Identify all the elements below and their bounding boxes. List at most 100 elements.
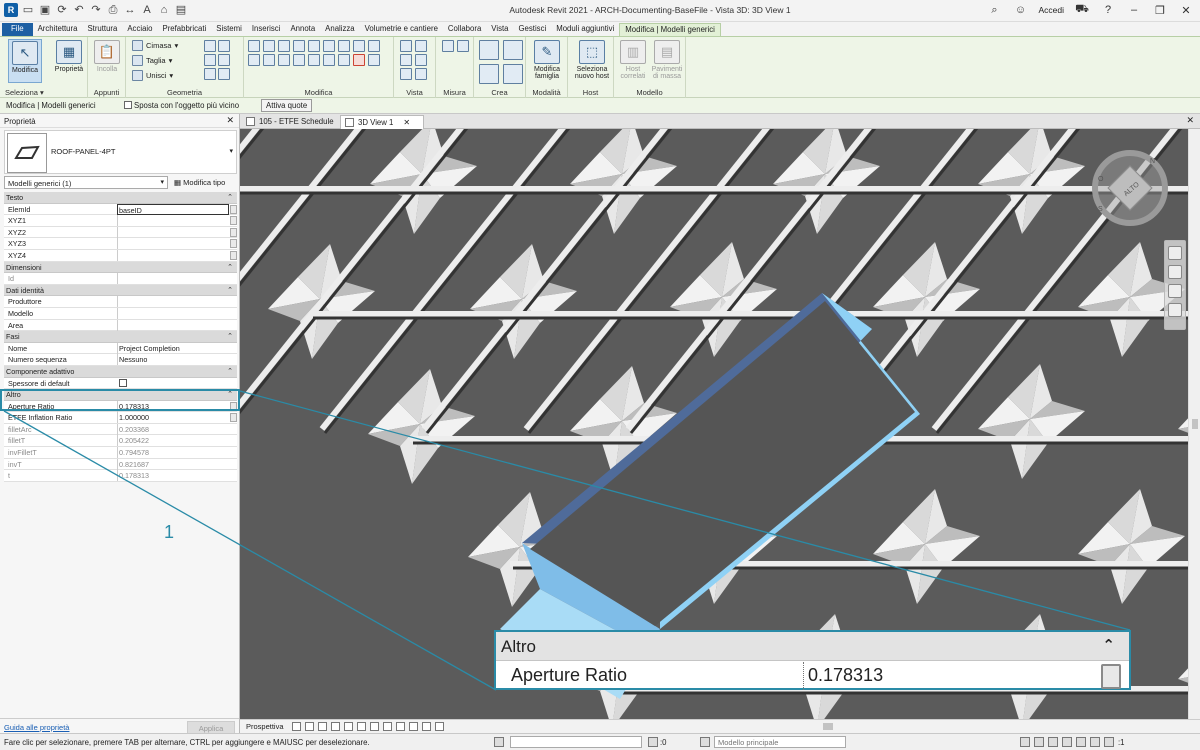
orbit-icon[interactable] — [1168, 284, 1182, 298]
property-value[interactable]: 0.205422 — [117, 435, 229, 447]
edit-value-button[interactable] — [230, 250, 237, 260]
edit-value-button[interactable] — [230, 239, 237, 249]
split-icon[interactable] — [368, 40, 380, 52]
menu-tab-8[interactable]: Analizza — [320, 23, 359, 36]
select-by-face-icon[interactable] — [1062, 737, 1072, 747]
hide-icon[interactable] — [415, 54, 427, 66]
temp-properties-icon[interactable] — [435, 722, 444, 731]
trim-single-icon[interactable] — [308, 54, 320, 66]
cut-button[interactable]: Taglia ▾ — [132, 55, 172, 66]
editable-icon[interactable] — [648, 737, 658, 747]
menu-tab-6[interactable]: Inserisci — [247, 23, 286, 36]
paint-icon[interactable] — [218, 40, 230, 52]
property-value[interactable] — [117, 307, 229, 319]
pin-icon[interactable] — [278, 54, 290, 66]
create-assembly-icon[interactable] — [479, 40, 499, 60]
filter-icon[interactable] — [1104, 737, 1114, 747]
menu-tab-4[interactable]: Prefabbricati — [158, 23, 212, 36]
view-cube[interactable]: ALTO N O S — [1092, 150, 1168, 226]
type-selector[interactable]: ROOF-PANEL-4PT ▾ — [4, 130, 237, 174]
property-checkbox[interactable] — [119, 378, 127, 387]
background-process-icon[interactable] — [1090, 737, 1100, 747]
menu-tab-9[interactable]: Volumetrie e cantiere — [360, 23, 443, 36]
override-icon[interactable] — [415, 40, 427, 52]
sun-path-icon[interactable] — [305, 722, 314, 731]
property-value[interactable]: 0.178313 — [117, 470, 229, 482]
cope-button[interactable]: Cimasa ▾ — [132, 40, 178, 51]
group-icon[interactable] — [338, 54, 350, 66]
cart-icon[interactable]: ⛟ — [1074, 3, 1090, 17]
property-value[interactable]: Project Completion — [117, 342, 229, 354]
vertical-scrollbar[interactable] — [1188, 129, 1200, 719]
minimize-button[interactable]: – — [1126, 4, 1142, 16]
move-icon[interactable] — [308, 40, 320, 52]
close-tab-icon[interactable]: ✕ — [403, 118, 410, 127]
modify-button[interactable]: ↖ Modifica — [8, 39, 42, 83]
property-category[interactable]: Dati identità ⌃ — [4, 284, 237, 297]
join-button[interactable]: Unisci ▾ — [132, 70, 173, 81]
property-value[interactable]: baseID — [117, 203, 229, 215]
search-icon[interactable]: ⌕ — [986, 4, 1002, 17]
unpin-icon[interactable] — [293, 54, 305, 66]
snap-checkbox[interactable]: Sposta con l'oggetto più vicino — [124, 101, 239, 110]
select-underlay-icon[interactable] — [1034, 737, 1044, 747]
zoom-icon[interactable] — [1168, 265, 1182, 279]
activate-dimensions-button[interactable]: Attiva quote — [261, 99, 313, 112]
collapse-icon[interactable]: ⌃ — [227, 285, 233, 296]
menu-tab-12[interactable]: Gestisci — [513, 23, 551, 36]
edit-family-button[interactable]: ✎ Modifica famiglia — [530, 39, 564, 83]
user-icon[interactable]: ☺ — [1012, 4, 1028, 16]
menu-tab-2[interactable]: Struttura — [82, 23, 122, 36]
menu-tab-13[interactable]: Moduli aggiuntivi — [551, 23, 619, 36]
properties-help-link[interactable]: Guida alle proprietà — [4, 723, 69, 732]
property-category[interactable]: Fasi ⌃ — [4, 331, 237, 343]
split-face-icon[interactable] — [204, 40, 216, 52]
menu-tab-3[interactable]: Acciaio — [122, 23, 157, 36]
delete-icon[interactable] — [353, 54, 365, 66]
restore-button[interactable]: ❐ — [1152, 4, 1168, 17]
workset-combo[interactable]: Modello principale — [714, 736, 846, 748]
menu-tab-0[interactable]: File — [2, 23, 33, 36]
create-group-icon[interactable] — [479, 64, 499, 84]
property-value[interactable] — [117, 238, 229, 250]
worksharing-icon[interactable] — [396, 722, 405, 731]
dimension-icon[interactable] — [457, 40, 469, 52]
demolish-icon[interactable] — [218, 54, 230, 66]
mirror-draw-icon[interactable] — [293, 40, 305, 52]
property-value[interactable]: 1.000000 — [117, 412, 229, 424]
tab-3d-view[interactable]: 3D View 1 ✕ — [340, 115, 424, 129]
edit-value-button[interactable] — [230, 216, 237, 226]
pick-new-host-button[interactable]: ⬚ Seleziona nuovo host — [572, 39, 612, 83]
hammer-icon[interactable] — [218, 68, 230, 80]
select-links-icon[interactable] — [1020, 737, 1030, 747]
render-icon[interactable] — [331, 722, 340, 731]
close-icon[interactable]: ✕ — [226, 115, 234, 126]
mass-floors-button[interactable]: ▤ Pavimenti di massa — [650, 39, 684, 83]
menu-tab-14[interactable]: Modifica | Modelli generici — [619, 23, 721, 36]
shadows-icon[interactable] — [318, 722, 327, 731]
linework-icon[interactable] — [400, 54, 412, 66]
collapse-icon[interactable]: ⌃ — [227, 331, 233, 342]
edit-value-button[interactable] — [230, 227, 237, 237]
collapse-icon[interactable]: ⌃ — [227, 366, 233, 377]
hide-isolate-icon[interactable] — [370, 722, 379, 731]
offset-icon[interactable] — [263, 40, 275, 52]
snap-checkbox-box[interactable] — [124, 101, 132, 109]
property-category[interactable]: Dimensioni ⌃ — [4, 261, 237, 274]
create-similar-icon[interactable] — [503, 64, 523, 84]
edit-type-button[interactable]: ▦ Modifica tipo — [172, 176, 237, 189]
reveal-icon[interactable] — [383, 722, 392, 731]
array-icon[interactable] — [248, 54, 260, 66]
collapse-icon[interactable]: ⌃ — [227, 262, 233, 273]
menu-tab-5[interactable]: Sistemi — [211, 23, 247, 36]
property-value[interactable] — [117, 226, 229, 238]
select-group-label[interactable]: Seleziona ▾ — [5, 88, 87, 97]
bulb-icon[interactable] — [400, 40, 412, 52]
wall-joins-icon[interactable] — [204, 54, 216, 66]
mirror-axis-icon[interactable] — [278, 40, 290, 52]
menu-tab-1[interactable]: Architettura — [33, 23, 83, 36]
highlight-icon[interactable] — [422, 722, 431, 731]
property-category[interactable]: Testo ⌃ — [4, 192, 237, 204]
analytical-icon[interactable] — [409, 722, 418, 731]
collapse-icon[interactable]: ⌃ — [227, 192, 233, 203]
